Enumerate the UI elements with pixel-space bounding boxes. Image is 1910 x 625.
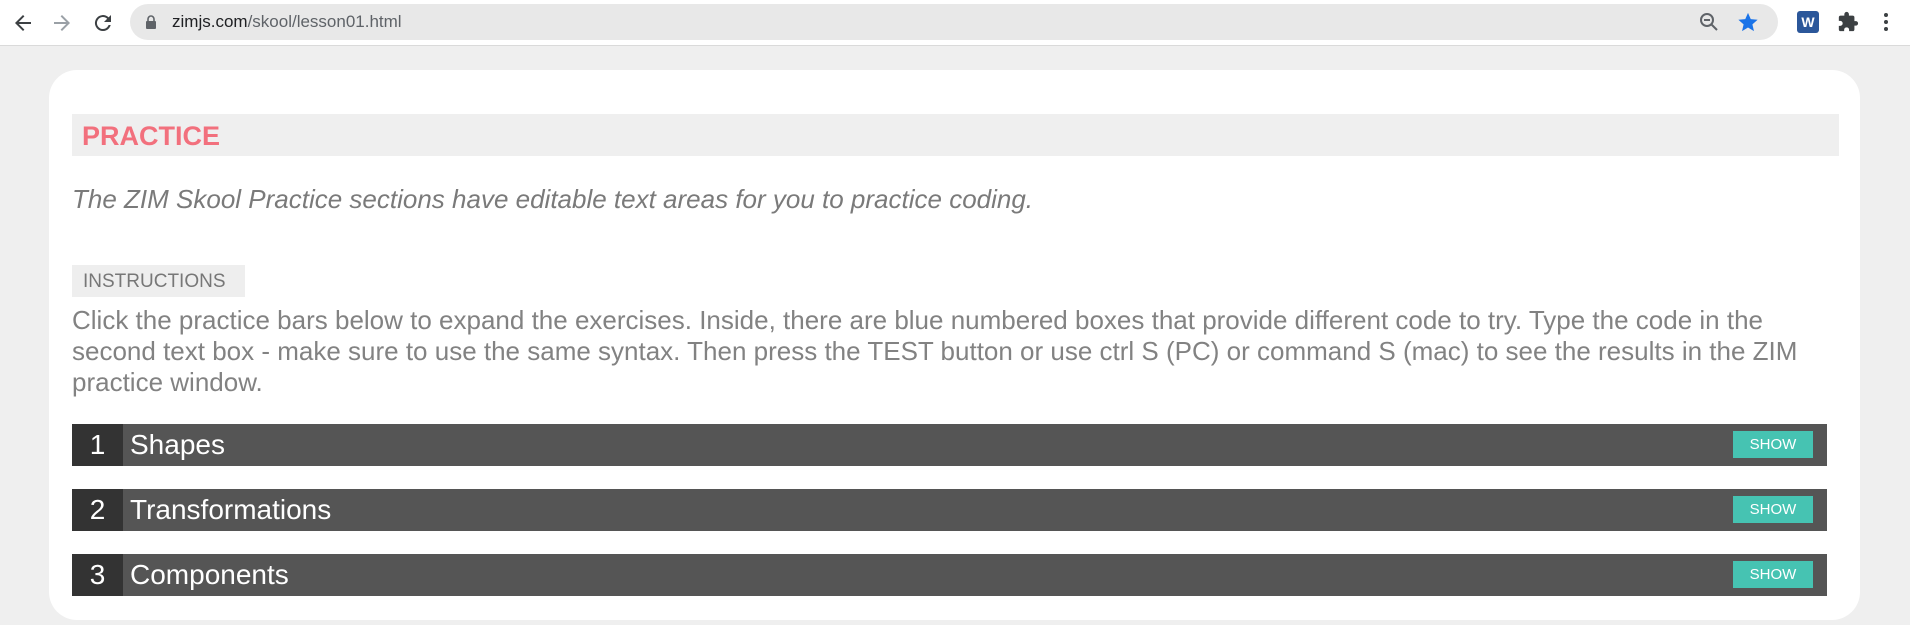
url-domain: zimjs.com xyxy=(172,12,248,31)
back-arrow-icon xyxy=(15,15,31,31)
practice-number: 2 xyxy=(72,489,123,531)
url-text[interactable]: zimjs.com/skool/lesson01.html xyxy=(172,12,402,32)
show-button[interactable]: SHOW xyxy=(1733,561,1813,588)
section-title: PRACTICE xyxy=(82,121,221,151)
back-button[interactable] xyxy=(9,9,37,37)
instructions-text: Click the practice bars below to expand … xyxy=(72,305,1798,397)
practice-number: 1 xyxy=(72,424,123,466)
browser-menu-button[interactable] xyxy=(1874,10,1898,34)
forward-button[interactable] xyxy=(48,9,76,37)
content-card: PRACTICE The ZIM Skool Practice sections… xyxy=(49,70,1860,620)
practice-number: 3 xyxy=(72,554,123,596)
menu-dots-icon xyxy=(1884,13,1888,31)
practice-bar-transformations[interactable]: 2 Transformations SHOW xyxy=(72,489,1827,531)
practice-bar-components[interactable]: 3 Components SHOW xyxy=(72,554,1827,596)
section-header: PRACTICE xyxy=(72,114,1839,156)
lock-icon xyxy=(146,15,156,29)
reload-button[interactable] xyxy=(89,9,117,37)
zoom-out-icon xyxy=(1700,13,1718,31)
instructions-label: INSTRUCTIONS xyxy=(72,265,245,297)
reload-icon xyxy=(94,15,111,32)
browser-toolbar: zimjs.com/skool/lesson01.html W xyxy=(0,0,1910,46)
bookmark-button[interactable] xyxy=(1737,11,1759,33)
intro-text: The ZIM Skool Practice sections have edi… xyxy=(72,184,1034,214)
url-path: /skool/lesson01.html xyxy=(247,12,402,31)
extensions-puzzle-icon xyxy=(1838,11,1859,32)
word-extension-icon: W xyxy=(1797,11,1819,33)
address-bar[interactable]: zimjs.com/skool/lesson01.html xyxy=(130,4,1778,40)
extensions-button[interactable] xyxy=(1836,10,1860,34)
bookmark-star-icon xyxy=(1738,12,1758,32)
instructions-label-text: INSTRUCTIONS xyxy=(83,271,226,292)
practice-title: Shapes xyxy=(130,429,225,460)
zoom-button[interactable] xyxy=(1698,11,1720,33)
practice-title: Transformations xyxy=(130,494,332,525)
show-button[interactable]: SHOW xyxy=(1733,496,1813,523)
show-button[interactable]: SHOW xyxy=(1733,431,1813,458)
practice-bar-shapes[interactable]: 1 Shapes SHOW xyxy=(72,424,1827,466)
forward-arrow-icon xyxy=(54,15,70,31)
word-extension-button[interactable]: W xyxy=(1796,10,1820,34)
practice-title: Components xyxy=(130,559,289,590)
